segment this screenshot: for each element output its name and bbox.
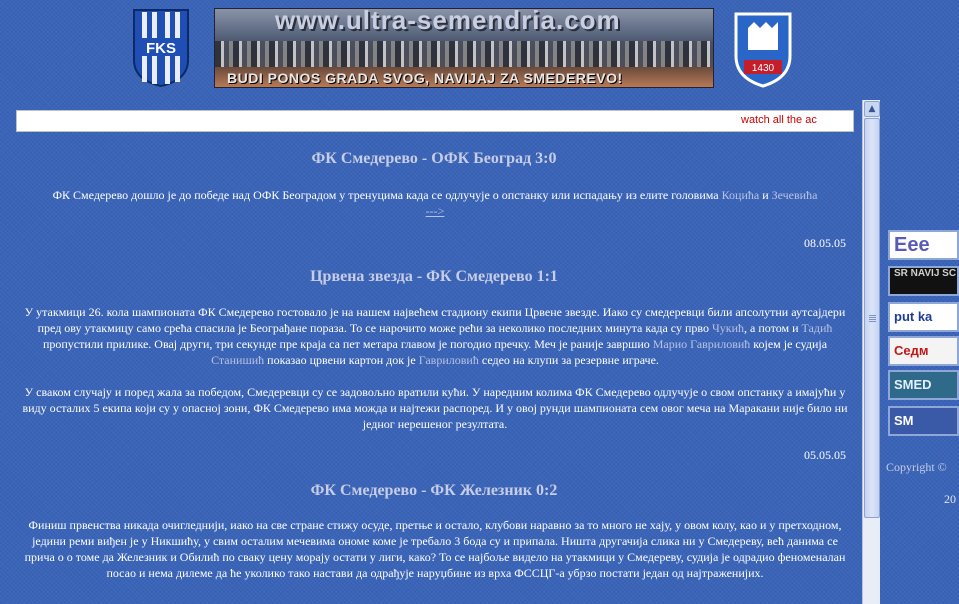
- article-title: ФК Смедерево - ФК Железник 0:2: [310, 482, 558, 499]
- referee-link[interactable]: Станишић: [211, 353, 264, 367]
- banner-slogan: BUDI PONOS GRADA SVOG, NAVIJAJ ZA SMEDER…: [227, 70, 623, 86]
- article-summary: ФК Смедерево дошло је до победе над ОФК …: [16, 187, 854, 219]
- sidebar-banner-link[interactable]: SMED: [888, 370, 959, 400]
- sidebar-banner-link[interactable]: SR NAVIJ SC: [888, 266, 959, 296]
- player-link[interactable]: Коцића: [722, 188, 760, 202]
- news-scroll-area: watch all the ac ФК Смедерево - ОФК Беог…: [14, 100, 862, 604]
- banner-label: Седм: [894, 343, 929, 358]
- copyright-year: 20: [944, 492, 956, 506]
- article-title: ФК Смедерево - ОФК Београд 3:0: [311, 150, 557, 167]
- marquee-ticker[interactable]: watch all the ac: [16, 110, 854, 132]
- article-text: пропустили прилике. Овај други, три секу…: [42, 337, 653, 351]
- banner-url-text: www.ultra-semendria.com: [275, 8, 621, 35]
- read-more-link[interactable]: --->: [426, 204, 445, 218]
- article-text: , а потом и: [744, 321, 802, 335]
- article-title: Црвена звезда - ФК Смедерево 1:1: [310, 268, 558, 285]
- player-link[interactable]: Тадић: [802, 321, 833, 335]
- article-text: ФК Смедерево дошло је до победе над ОФК …: [52, 188, 722, 202]
- article-paragraph: У сваком случају и поред жала за победом…: [22, 385, 848, 431]
- player-link[interactable]: Зечевића: [772, 188, 818, 202]
- banner-label: SMED: [894, 377, 932, 392]
- article-paragraph: Финиш првенства никада очигледнији, иако…: [24, 518, 846, 580]
- banner-label: SM: [894, 413, 914, 428]
- marquee-text[interactable]: watch all the ac: [741, 114, 841, 126]
- sidebar-banner-link[interactable]: SM: [888, 406, 959, 436]
- smederevo-city-crest: 1430: [734, 12, 792, 88]
- banner-label: put ka: [894, 309, 933, 324]
- news-content-frame: watch all the ac ФК Смедерево - ОФК Беог…: [14, 100, 880, 604]
- banner-crowd-image: [215, 41, 713, 67]
- player-link[interactable]: Марио Гавриловић: [653, 337, 751, 351]
- scroll-up-arrow-icon[interactable]: ▲: [864, 101, 880, 117]
- scroll-thumb[interactable]: [864, 118, 880, 518]
- article-text: и: [759, 188, 772, 202]
- article-text: показао црвени картон док је: [264, 353, 419, 367]
- sidebar-banner-link[interactable]: put ka: [888, 302, 959, 332]
- player-link[interactable]: Гавриловић: [419, 353, 479, 367]
- sidebar-banner-link[interactable]: Eee: [888, 230, 959, 260]
- grip-icon: [869, 315, 876, 316]
- banner-label: SR NAVIJ SC: [894, 268, 957, 279]
- article-paragraph: У утакмици 26. кола шампионата ФК Смедер…: [16, 304, 854, 368]
- player-link[interactable]: Чукић: [712, 321, 744, 335]
- article-text: седео на клупи за резервне играче.: [478, 353, 659, 367]
- article-text: којем је судија: [750, 337, 828, 351]
- article-date: 05.05.05: [804, 448, 846, 462]
- vertical-scrollbar[interactable]: ▲: [862, 100, 880, 604]
- fks-club-logo[interactable]: FKS: [130, 8, 192, 88]
- copyright-text: Copyright ©: [886, 460, 947, 474]
- sidebar-banner-link[interactable]: Седм: [888, 336, 959, 366]
- article-date: 08.05.05: [804, 236, 846, 250]
- banner-label: Eee: [894, 234, 930, 256]
- ultra-semendria-banner[interactable]: www.ultra-semendria.com BUDI PONOS GRADA…: [214, 8, 714, 88]
- crest-year: 1430: [752, 63, 775, 74]
- fks-logo-text: FKS: [146, 40, 176, 57]
